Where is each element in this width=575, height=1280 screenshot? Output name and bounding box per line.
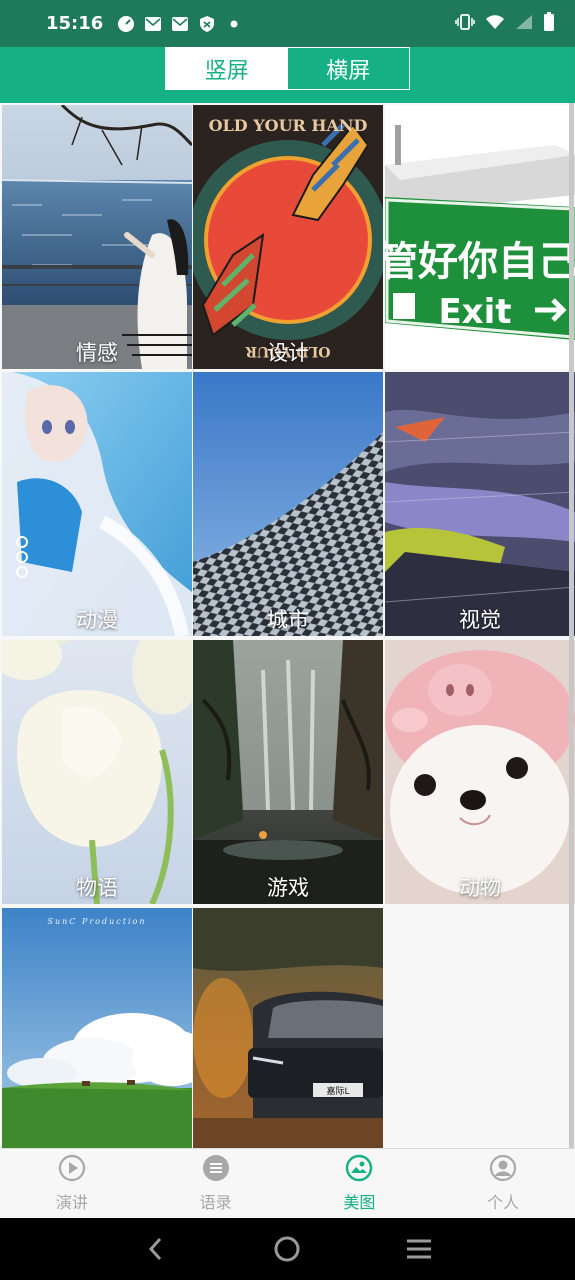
vibrate-icon — [455, 13, 475, 35]
category-tile-emotion[interactable]: 情感 — [2, 105, 192, 369]
bottom-tab-bar: 演讲 语录 美图 个人 — [0, 1148, 575, 1218]
play-circle-icon — [58, 1154, 86, 1186]
tile-label: 游戏 — [267, 876, 309, 900]
tab-speech-label: 演讲 — [55, 1193, 88, 1212]
status-time: 15:16 — [46, 13, 104, 34]
tab-portrait[interactable]: 竖屏 — [166, 48, 288, 89]
tile-image-emotion — [2, 105, 192, 369]
tab-quotes-label: 语录 — [199, 1193, 232, 1212]
tab-pictures-label: 美图 — [343, 1193, 376, 1212]
design-art-top-text: OLD YOUR HAND — [209, 116, 368, 135]
landscape-watermark: SunC Production — [48, 917, 147, 926]
app-header: 竖屏 横屏 — [0, 47, 575, 103]
nav-home-button[interactable] — [267, 1229, 307, 1269]
system-navigation-bar — [0, 1218, 575, 1280]
category-tile-design[interactable]: OLD YOUR HAND OLD YOUR 设计 — [193, 105, 383, 369]
tile-label: 动漫 — [76, 608, 118, 632]
tile-image-anime — [2, 372, 192, 636]
menu-lines-icon — [407, 1239, 432, 1259]
category-tile-exit-sign[interactable]: 管好你自己 Exit — [385, 105, 575, 369]
category-tile-anime[interactable]: 动漫 — [2, 372, 192, 636]
category-tile-city[interactable]: 城市 — [193, 372, 383, 636]
tile-label: 城市 — [267, 608, 309, 632]
tile-image-animal — [385, 640, 575, 904]
dot-icon — [225, 15, 243, 33]
exit-sign-sub: Exit — [438, 292, 511, 332]
list-circle-icon — [202, 1154, 230, 1186]
category-tile-car[interactable]: 嘉际L — [193, 908, 383, 1148]
tile-image-story — [2, 640, 192, 904]
tile-label: 动物 — [459, 876, 501, 900]
tile-label: 视觉 — [459, 608, 501, 632]
tab-profile-label: 个人 — [487, 1193, 520, 1212]
tile-label: 情感 — [76, 341, 118, 365]
tile-image-design: OLD YOUR HAND OLD YOUR — [193, 105, 383, 369]
status-bar: 15:16 — [0, 0, 575, 47]
mail-icon — [144, 15, 162, 33]
nav-back-button[interactable] — [136, 1229, 176, 1269]
grid-scrollbar[interactable] — [569, 103, 574, 1148]
tile-label: 设计 — [267, 341, 309, 365]
tile-image-city — [193, 372, 383, 636]
tile-image-landscape: SunC Production — [2, 908, 192, 1148]
tile-image-car: 嘉际L — [193, 908, 383, 1148]
tab-quotes[interactable]: 语录 — [144, 1149, 288, 1218]
category-tile-landscape[interactable]: SunC Production — [2, 908, 192, 1148]
back-chevron-icon — [148, 1237, 161, 1261]
mail-icon-2 — [171, 15, 189, 33]
signal-icon — [515, 14, 533, 34]
category-tile-animal[interactable]: 动物 — [385, 640, 575, 904]
person-circle-icon — [489, 1154, 517, 1186]
tile-image-exit-sign: 管好你自己 Exit — [385, 105, 575, 369]
category-tile-visual[interactable]: 视觉 — [385, 372, 575, 636]
shield-icon — [198, 15, 216, 33]
tile-image-game — [193, 640, 383, 904]
category-tile-game[interactable]: 游戏 — [193, 640, 383, 904]
tile-image-visual — [385, 372, 575, 636]
home-circle-icon — [274, 1236, 300, 1262]
orientation-segmented-control: 竖屏 横屏 — [165, 47, 410, 90]
nav-recents-button[interactable] — [399, 1229, 439, 1269]
tab-landscape[interactable]: 横屏 — [287, 48, 409, 89]
car-plate-text: 嘉际L — [326, 1085, 349, 1097]
image-category-grid: 情感 OLD YOUR HAND OLD YOUR 设计 管好你自己 Exit — [0, 103, 575, 1148]
wifi-icon — [485, 14, 505, 34]
tile-label: 物语 — [76, 876, 118, 900]
tab-pictures[interactable]: 美图 — [288, 1149, 432, 1218]
image-circle-icon — [345, 1154, 373, 1186]
speedometer-icon — [117, 15, 135, 33]
battery-icon — [543, 11, 555, 36]
tab-speech[interactable]: 演讲 — [0, 1149, 144, 1218]
category-tile-story[interactable]: 物语 — [2, 640, 192, 904]
exit-sign-text: 管好你自己 — [385, 239, 575, 285]
tab-profile[interactable]: 个人 — [431, 1149, 575, 1218]
